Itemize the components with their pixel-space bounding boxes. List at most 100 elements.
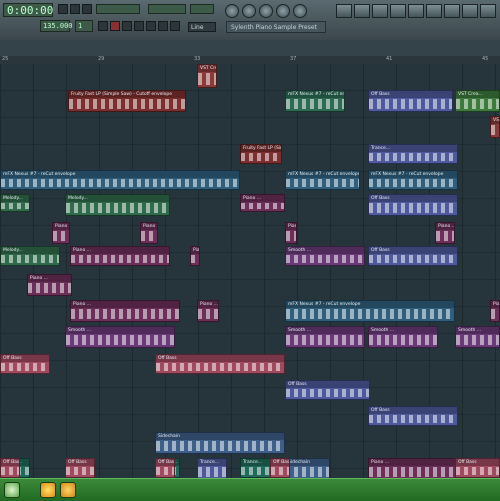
memory-meter	[148, 4, 186, 14]
pattern-clip[interactable]: Fruity Fast LP (Simple Saw) - Cutoff env…	[68, 90, 186, 112]
pattern-clip[interactable]: VST Crea...	[455, 90, 500, 112]
wait-button[interactable]	[146, 21, 156, 31]
pattern-display[interactable]: 1	[75, 20, 93, 32]
stop-button[interactable]	[82, 4, 92, 14]
clip-notes	[53, 231, 69, 241]
pattern-clip[interactable]: Off Bass	[155, 354, 285, 374]
pattern-clip[interactable]: Trance...	[197, 458, 227, 480]
metronome-button[interactable]	[134, 21, 144, 31]
pattern-clip[interactable]: mFX Nexus #7 - reCut envelope	[285, 90, 345, 112]
pattern-clip[interactable]: Piano ...	[435, 222, 455, 244]
pattern-clip[interactable]: Piano ...	[140, 222, 158, 244]
mixer-icon[interactable]	[408, 4, 424, 18]
pattern-clip[interactable]: Piano ...	[190, 246, 200, 266]
clip-label: VST Crea...	[200, 66, 216, 71]
pattern-clip[interactable]: Smooth ...	[368, 326, 438, 348]
pattern-clip[interactable]: Melody...	[0, 194, 30, 212]
pattern-clip[interactable]: mFX Nexus #7 - reCut envelope	[285, 170, 360, 190]
paste-icon[interactable]	[276, 4, 290, 18]
pattern-clip[interactable]: Piano ...	[490, 300, 500, 322]
pattern-clip[interactable]: Piano ...	[368, 458, 458, 480]
countdown-button[interactable]	[158, 21, 168, 31]
pattern-clip[interactable]: Smooth ...	[455, 326, 500, 348]
pattern-clip[interactable]: Smooth ...	[65, 326, 175, 348]
pattern-clip[interactable]: Off Bass	[368, 406, 458, 426]
clip-label: Piano ...	[200, 302, 218, 307]
play-button[interactable]	[70, 4, 80, 14]
loop-button[interactable]	[122, 21, 132, 31]
pattern-clip[interactable]: Piano ...	[70, 246, 170, 266]
pattern-clip[interactable]: Melody...	[0, 246, 60, 266]
clip-notes	[156, 467, 174, 475]
blend-button[interactable]	[170, 21, 180, 31]
pattern-clip[interactable]: Off Bass	[285, 380, 370, 400]
pattern-clip[interactable]: Smooth ...	[285, 246, 365, 266]
pattern-clip[interactable]: Piano ...	[285, 222, 297, 244]
pattern-clip[interactable]: Trance...	[368, 144, 458, 164]
playlist-toolbar	[0, 40, 500, 57]
pattern-clip[interactable]: Off Bass	[0, 458, 20, 478]
clip-notes	[66, 467, 94, 475]
pattern-clip[interactable]: Piano ...	[197, 300, 219, 322]
utorrent-icon[interactable]	[4, 482, 20, 498]
project-icon[interactable]	[444, 4, 460, 18]
tempo-display[interactable]: 135.000	[40, 20, 73, 32]
cut-icon[interactable]	[242, 4, 256, 18]
playlist-grid[interactable]: VST Crea... Fruity Fast LP (Simple Saw) -…	[0, 64, 500, 480]
clip-label: Piano ...	[371, 460, 389, 465]
pattern-clip[interactable]: mFX Nexus #7 - reCut envelope	[285, 300, 455, 322]
pattern-clip[interactable]: Off Bass	[0, 354, 50, 374]
record-button[interactable]	[58, 4, 68, 14]
pattern-clip[interactable]: Piano ...	[52, 222, 70, 244]
clip-label: Piano ...	[55, 224, 69, 229]
step-button[interactable]	[110, 21, 120, 31]
clip-label: Smooth ...	[68, 328, 92, 333]
snap-button[interactable]	[98, 21, 108, 31]
clip-label: Melody...	[3, 196, 23, 201]
pattern-clip[interactable]: mFX Nexus #7 - reCut envelope	[368, 170, 458, 190]
clip-notes	[286, 231, 296, 241]
pattern-clip[interactable]: Off Bass	[155, 458, 175, 478]
pattern-selector[interactable]: Line	[188, 22, 216, 32]
pattern-clip[interactable]: Melody...	[65, 194, 170, 216]
pattern-clip[interactable]: Off Bass	[455, 458, 500, 478]
toolbar: 0:00:00 135.000 1 Line Sylenth Piano Sam…	[0, 0, 500, 41]
pattern-clip[interactable]: mFX Nexus #7 - reCut envelope	[0, 170, 240, 190]
clip-label: Trance...	[243, 460, 263, 465]
playlist-icon[interactable]	[336, 4, 352, 18]
clip-label: VST Crea...	[458, 92, 483, 97]
pattern-clip[interactable]: Fruity Fast LP (Simple Saw) - Cutoff env…	[240, 144, 282, 164]
undo-icon[interactable]	[225, 4, 239, 18]
clip-label: Melody...	[68, 196, 88, 201]
fl-studio-icon[interactable]	[40, 482, 56, 498]
browser-icon[interactable]	[390, 4, 406, 18]
clip-label: Piano ...	[438, 224, 455, 229]
pattern-clip[interactable]: Piano ...	[240, 194, 285, 212]
plugin-picker-icon[interactable]	[426, 4, 442, 18]
pattern-clip[interactable]: Piano ...	[70, 300, 180, 322]
cpu-icon[interactable]	[293, 4, 307, 18]
pattern-clip[interactable]: Off Bass	[368, 194, 458, 216]
time-display[interactable]: 0:00:00	[3, 3, 53, 17]
rec-icon[interactable]	[480, 4, 496, 18]
pattern-clip[interactable]: Smooth ...	[285, 326, 365, 348]
pattern-clip[interactable]: VST Crea...	[490, 116, 500, 138]
clip-label: Trance...	[371, 146, 391, 151]
step-sequencer-icon[interactable]	[354, 4, 370, 18]
bar-number: 41	[386, 56, 393, 62]
winamp-icon[interactable]	[60, 482, 76, 498]
piano-roll-icon[interactable]	[372, 4, 388, 18]
pattern-clip[interactable]: Off Bass	[270, 458, 290, 478]
clip-label: mFX Nexus #7 - reCut envelope	[288, 172, 360, 177]
pattern-clip[interactable]: Piano ...	[27, 274, 72, 296]
pattern-clip[interactable]: Sidechain	[285, 458, 330, 480]
copy-icon[interactable]	[259, 4, 273, 18]
pattern-clip[interactable]: Off Bass	[368, 90, 453, 112]
clip-notes	[66, 203, 169, 213]
help-icon[interactable]	[462, 4, 478, 18]
pattern-clip[interactable]: Off Bass	[368, 246, 458, 266]
pattern-clip[interactable]: VST Crea...	[197, 64, 217, 88]
pattern-clip[interactable]: Sidechain	[155, 432, 285, 454]
pattern-clip[interactable]: Off Bass	[65, 458, 95, 478]
clip-label: mFX Nexus #7 - reCut envelope	[288, 302, 361, 307]
